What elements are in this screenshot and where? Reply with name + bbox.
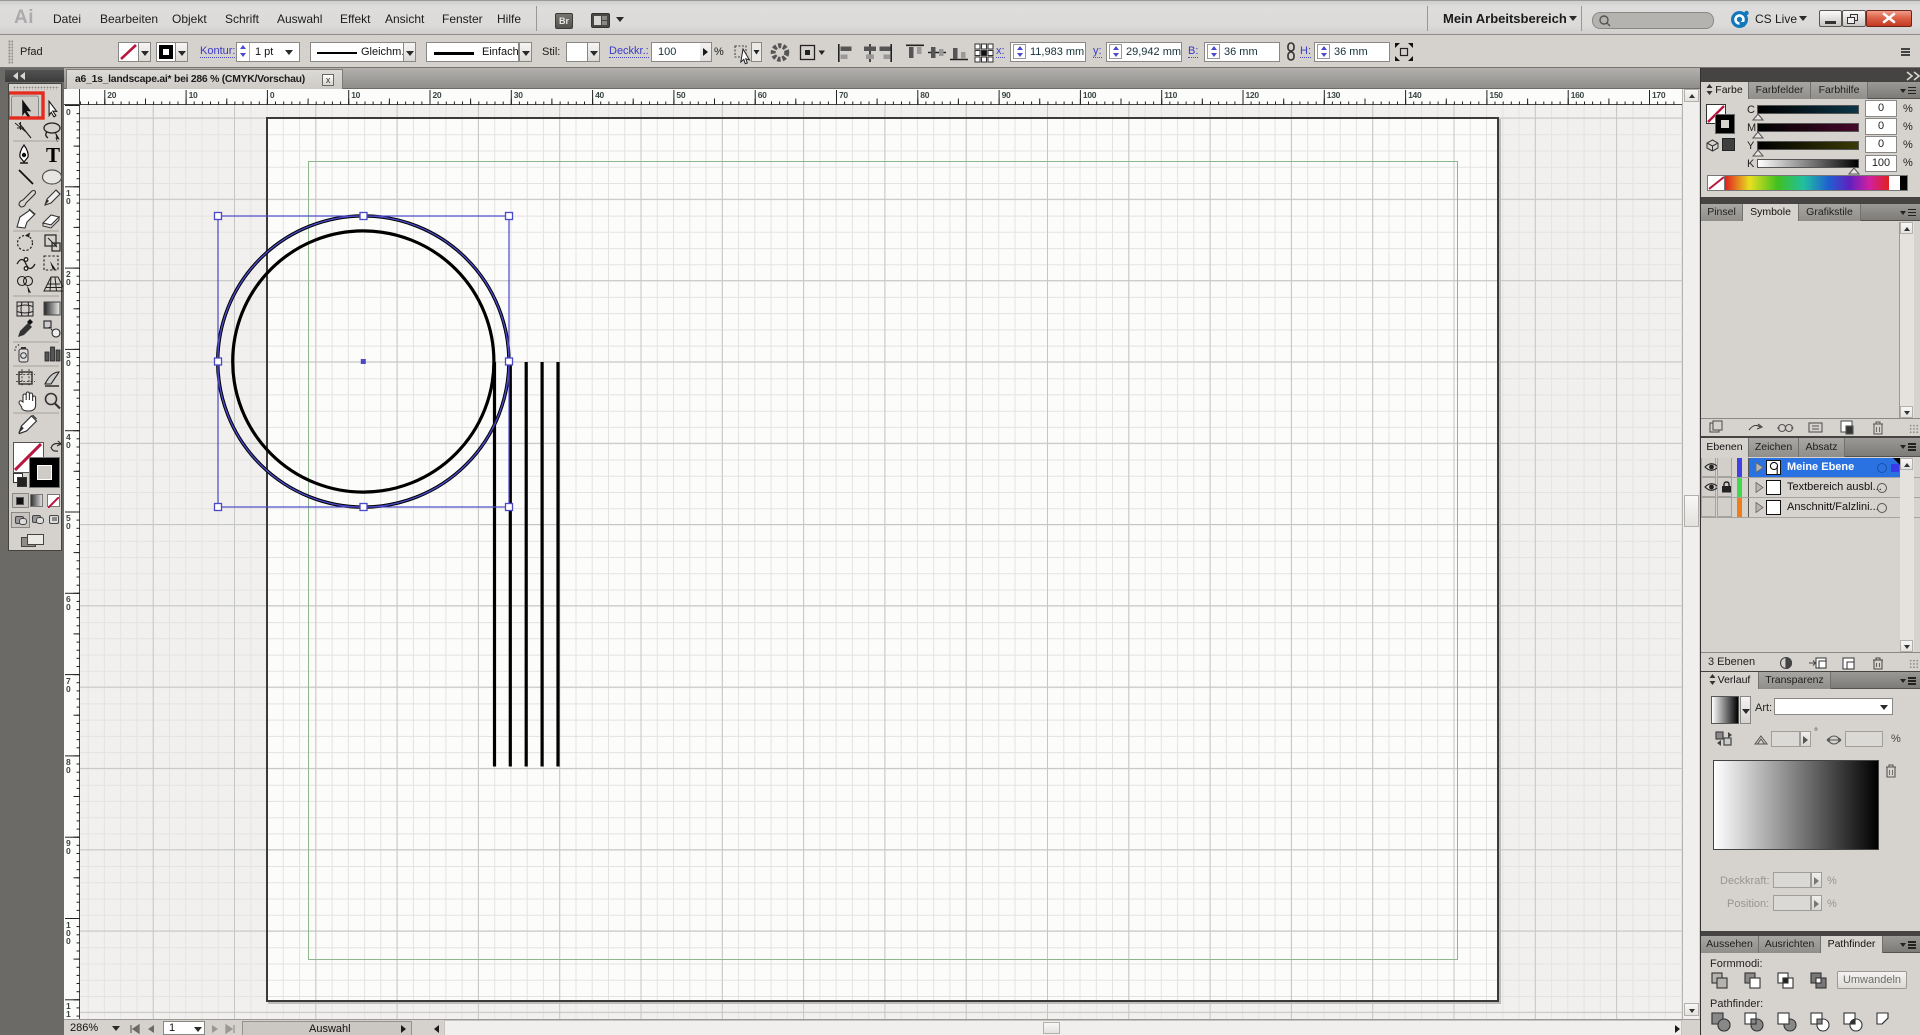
- svg-text:T: T: [46, 143, 60, 167]
